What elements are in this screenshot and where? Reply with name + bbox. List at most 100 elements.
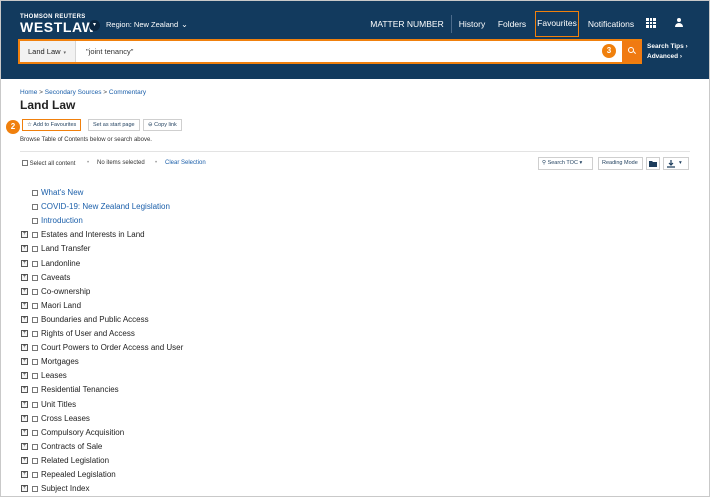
toc-item[interactable]: Introduction	[41, 215, 83, 227]
nav-matter-number[interactable]: MATTER NUMBER 1234	[365, 11, 449, 55]
expand-icon[interactable]: +	[21, 457, 28, 464]
toc-item-checkbox[interactable]	[32, 359, 38, 365]
expand-icon[interactable]: +	[21, 260, 28, 267]
expand-icon[interactable]: +	[21, 443, 28, 450]
toc-item[interactable]: Compulsory Acquisition	[41, 427, 124, 439]
breadcrumb-commentary[interactable]: Commentary	[109, 89, 146, 96]
toc-item[interactable]: Caveats	[41, 272, 70, 284]
toc-item[interactable]: Cross Leases	[41, 413, 90, 425]
toc-item[interactable]: Contracts of Sale	[41, 441, 102, 453]
toc-item-checkbox[interactable]	[32, 486, 38, 492]
select-all-label: Select all content	[29, 161, 76, 167]
expand-icon[interactable]: +	[21, 415, 28, 422]
select-all-checkbox[interactable]	[22, 160, 28, 166]
folder-button[interactable]	[646, 157, 660, 170]
toc-item-checkbox[interactable]	[32, 444, 38, 450]
toc-item[interactable]: Repealed Legislation	[41, 469, 116, 481]
add-to-favourites-button[interactable]: ☆ Add to Favourites	[22, 119, 82, 131]
star-icon: ☆	[27, 122, 32, 128]
toc-item-checkbox[interactable]	[32, 402, 38, 408]
breadcrumb-separator: >	[37, 89, 45, 96]
toc-item-checkbox[interactable]	[32, 232, 38, 238]
apps-grid-icon[interactable]	[646, 18, 656, 28]
toc-item[interactable]: Co-ownership	[41, 286, 90, 298]
expand-icon[interactable]: +	[21, 485, 28, 492]
toc-item-checkbox[interactable]	[32, 275, 38, 281]
toc-item-checkbox[interactable]	[32, 472, 38, 478]
toc-item-checkbox[interactable]	[32, 190, 38, 196]
expand-icon[interactable]: +	[21, 302, 28, 309]
expand-icon[interactable]: +	[21, 245, 28, 252]
brand-menu-icon[interactable]: ▾	[89, 20, 100, 31]
expand-icon[interactable]: +	[21, 386, 28, 393]
toc-item-checkbox[interactable]	[32, 387, 38, 393]
toc-item[interactable]: Landonline	[41, 258, 80, 270]
breadcrumb-home[interactable]: Home	[20, 89, 37, 96]
add-to-favourites-label: Add to Favourites	[33, 122, 77, 128]
app-frame: THOMSON REUTERS WESTLAW ▾ Region: New Ze…	[0, 0, 710, 497]
search-scope-dropdown[interactable]: Land Law ▾	[20, 41, 76, 62]
search-tips-link[interactable]: Search Tips ›	[647, 42, 688, 52]
toc-item-checkbox[interactable]	[32, 261, 38, 267]
copy-link-button[interactable]: ⊖ Copy link	[143, 119, 182, 131]
caret-down-icon: ▾	[63, 50, 67, 56]
expand-icon[interactable]: +	[21, 316, 28, 323]
toc-item-checkbox[interactable]	[32, 373, 38, 379]
search-input[interactable]	[82, 41, 562, 62]
toc-item-checkbox[interactable]	[32, 416, 38, 422]
user-icon[interactable]	[674, 18, 684, 28]
toc-item[interactable]: Court Powers to Order Access and User	[41, 342, 183, 354]
nav-favourites[interactable]: Favourites	[535, 11, 579, 37]
toc-item[interactable]: Rights of User and Access	[41, 328, 135, 340]
set-start-page-button[interactable]: Set as start page	[88, 119, 140, 131]
search-button[interactable]	[622, 41, 642, 62]
toc-item[interactable]: Estates and Interests in Land	[41, 229, 145, 241]
toc-item-checkbox[interactable]	[32, 218, 38, 224]
expand-icon[interactable]: +	[21, 471, 28, 478]
toc-item[interactable]: Boundaries and Public Access	[41, 314, 149, 326]
expand-icon[interactable]: +	[21, 288, 28, 295]
expand-icon[interactable]: +	[21, 344, 28, 351]
toc-item-checkbox[interactable]	[32, 246, 38, 252]
nav-notifications[interactable]: Notifications	[585, 11, 637, 37]
toc-item[interactable]: Land Transfer	[41, 243, 90, 255]
toc-item-checkbox[interactable]	[32, 204, 38, 210]
nav-folders[interactable]: Folders	[495, 11, 529, 37]
toc-item[interactable]: Residential Tenancies	[41, 384, 119, 396]
expand-icon[interactable]: +	[21, 274, 28, 281]
region-selector[interactable]: Region: New Zealand ⌄	[106, 20, 188, 29]
toc-item[interactable]: COVID-19: New Zealand Legislation	[41, 201, 170, 213]
toc-item[interactable]: Mortgages	[41, 356, 79, 368]
toc-item-checkbox[interactable]	[32, 317, 38, 323]
toc-item[interactable]: Leases	[41, 370, 67, 382]
expand-icon[interactable]: +	[21, 401, 28, 408]
toc-item-checkbox[interactable]	[32, 289, 38, 295]
toc-item[interactable]: Unit Titles	[41, 399, 76, 411]
header-bar: THOMSON REUTERS WESTLAW ▾ Region: New Ze…	[1, 1, 709, 79]
reading-mode-button[interactable]: Reading Mode	[598, 157, 643, 170]
toc-item-checkbox[interactable]	[32, 458, 38, 464]
download-button[interactable]: ▾	[663, 157, 689, 170]
breadcrumb-secondary-sources[interactable]: Secondary Sources	[45, 89, 102, 96]
toc-item-checkbox[interactable]	[32, 303, 38, 309]
caret-down-icon: ▾	[679, 160, 682, 166]
toc-item-checkbox[interactable]	[32, 345, 38, 351]
toc-item[interactable]: Maori Land	[41, 300, 81, 312]
select-all-control[interactable]: Select all content	[22, 160, 75, 167]
selection-status: No items selected	[97, 160, 145, 166]
toc-item-checkbox[interactable]	[32, 430, 38, 436]
toc-item-checkbox[interactable]	[32, 331, 38, 337]
expand-icon[interactable]: +	[21, 372, 28, 379]
nav-history[interactable]: History	[455, 11, 489, 37]
toc-item[interactable]: Subject Index	[41, 483, 89, 495]
toc-item[interactable]: Related Legislation	[41, 455, 109, 467]
advanced-search-link[interactable]: Advanced ›	[647, 52, 688, 62]
toc-item[interactable]: What's New	[41, 187, 83, 199]
search-toc-button[interactable]: ⚲ Search TOC ▾	[538, 157, 593, 170]
expand-icon[interactable]: +	[21, 429, 28, 436]
brand-logo[interactable]: WESTLAW	[20, 19, 96, 35]
expand-icon[interactable]: +	[21, 358, 28, 365]
expand-icon[interactable]: +	[21, 231, 28, 238]
expand-icon[interactable]: +	[21, 330, 28, 337]
clear-selection-link[interactable]: Clear Selection	[165, 160, 206, 166]
